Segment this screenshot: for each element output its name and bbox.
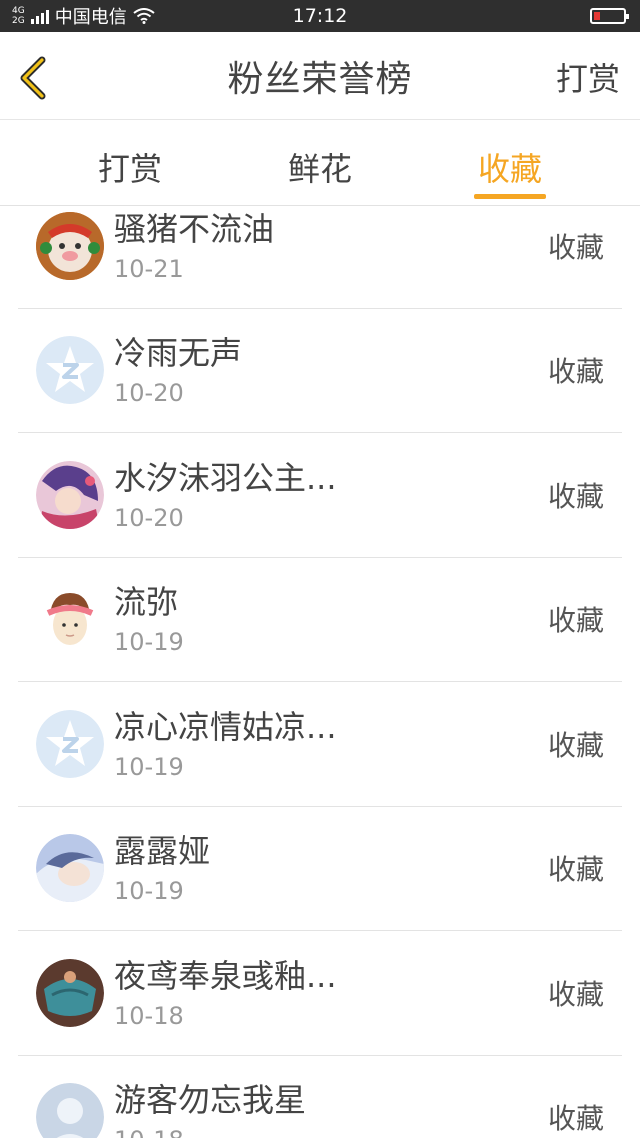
favorite-label: 收藏 — [547, 479, 604, 513]
favorite-label: 收藏 — [547, 355, 604, 389]
tab-bar: 打赏 鲜花 收藏 — [0, 120, 640, 206]
user-name: 游客勿忘我星 — [114, 1081, 307, 1120]
battery-icon — [590, 8, 629, 24]
tab-reward[interactable]: 打赏 — [35, 120, 225, 205]
user-name: 露露娅 — [114, 832, 211, 871]
date: 10-19 — [114, 628, 184, 657]
date: 10-20 — [114, 503, 184, 532]
user-name: 冷雨无声 — [114, 334, 243, 373]
tab-favorites[interactable]: 收藏 — [415, 120, 605, 205]
tab-reward-label: 打赏 — [97, 150, 162, 188]
favorite-label: 收藏 — [547, 230, 604, 264]
list-item[interactable]: 凉心凉情姑凉... 10-19 收藏 — [18, 682, 622, 807]
list-item[interactable]: 冷雨无声 10-20 收藏 — [18, 309, 622, 433]
user-name: 凉心凉情姑凉... — [114, 707, 337, 746]
avatar — [36, 460, 104, 529]
fan-list[interactable]: 骚猪不流油 10-21 收藏 冷雨无声 10-20 收藏 水汐沫羽公主... 1… — [0, 206, 640, 1138]
date: 10-20 — [114, 379, 184, 408]
default-avatar-icon — [36, 336, 104, 405]
list-item[interactable]: 水汐沫羽公主... 10-20 收藏 — [18, 433, 622, 558]
favorite-label: 收藏 — [547, 728, 604, 762]
user-name: 夜鸢奉泉彧釉... — [114, 956, 337, 995]
default-person-icon — [36, 1083, 104, 1138]
status-bar: 4G 2G 中国电信 17:12 — [0, 0, 640, 32]
date: 10-19 — [114, 752, 184, 781]
avatar — [36, 834, 104, 903]
list-item[interactable]: 露露娅 10-19 收藏 — [18, 807, 622, 931]
list-item[interactable]: 流弥 10-19 收藏 — [18, 558, 622, 682]
back-chevron-icon[interactable] — [14, 56, 58, 100]
user-name: 骚猪不流油 — [114, 209, 275, 248]
tab-flowers-label: 鲜花 — [287, 150, 352, 188]
avatar — [36, 211, 104, 280]
avatar — [36, 958, 104, 1027]
avatar — [36, 585, 104, 654]
tab-flowers[interactable]: 鲜花 — [225, 120, 415, 205]
user-name: 流弥 — [114, 583, 179, 622]
list-item[interactable]: 骚猪不流油 10-21 收藏 — [18, 206, 622, 309]
default-avatar-icon — [36, 709, 104, 778]
nav-bar: 粉丝荣誉榜 打赏 — [0, 32, 640, 120]
date: 10-19 — [114, 877, 184, 906]
favorite-label: 收藏 — [547, 977, 604, 1011]
date: 10-18 — [114, 1001, 184, 1030]
user-name: 水汐沫羽公主... — [114, 458, 337, 497]
active-tab-indicator — [474, 194, 546, 199]
status-time: 17:12 — [292, 5, 348, 27]
page-title: 粉丝荣誉榜 — [227, 58, 413, 100]
date: 10-21 — [114, 254, 184, 283]
favorite-label: 收藏 — [547, 604, 604, 638]
tab-favorites-label: 收藏 — [477, 150, 542, 188]
list-item[interactable]: 游客勿忘我星 10-18 收藏 — [18, 1056, 622, 1138]
favorite-label: 收藏 — [547, 853, 604, 887]
favorite-label: 收藏 — [547, 1102, 604, 1136]
list-item[interactable]: 夜鸢奉泉彧釉... 10-18 收藏 — [18, 931, 622, 1056]
reward-button[interactable]: 打赏 — [556, 54, 620, 100]
date: 10-18 — [114, 1126, 622, 1138]
